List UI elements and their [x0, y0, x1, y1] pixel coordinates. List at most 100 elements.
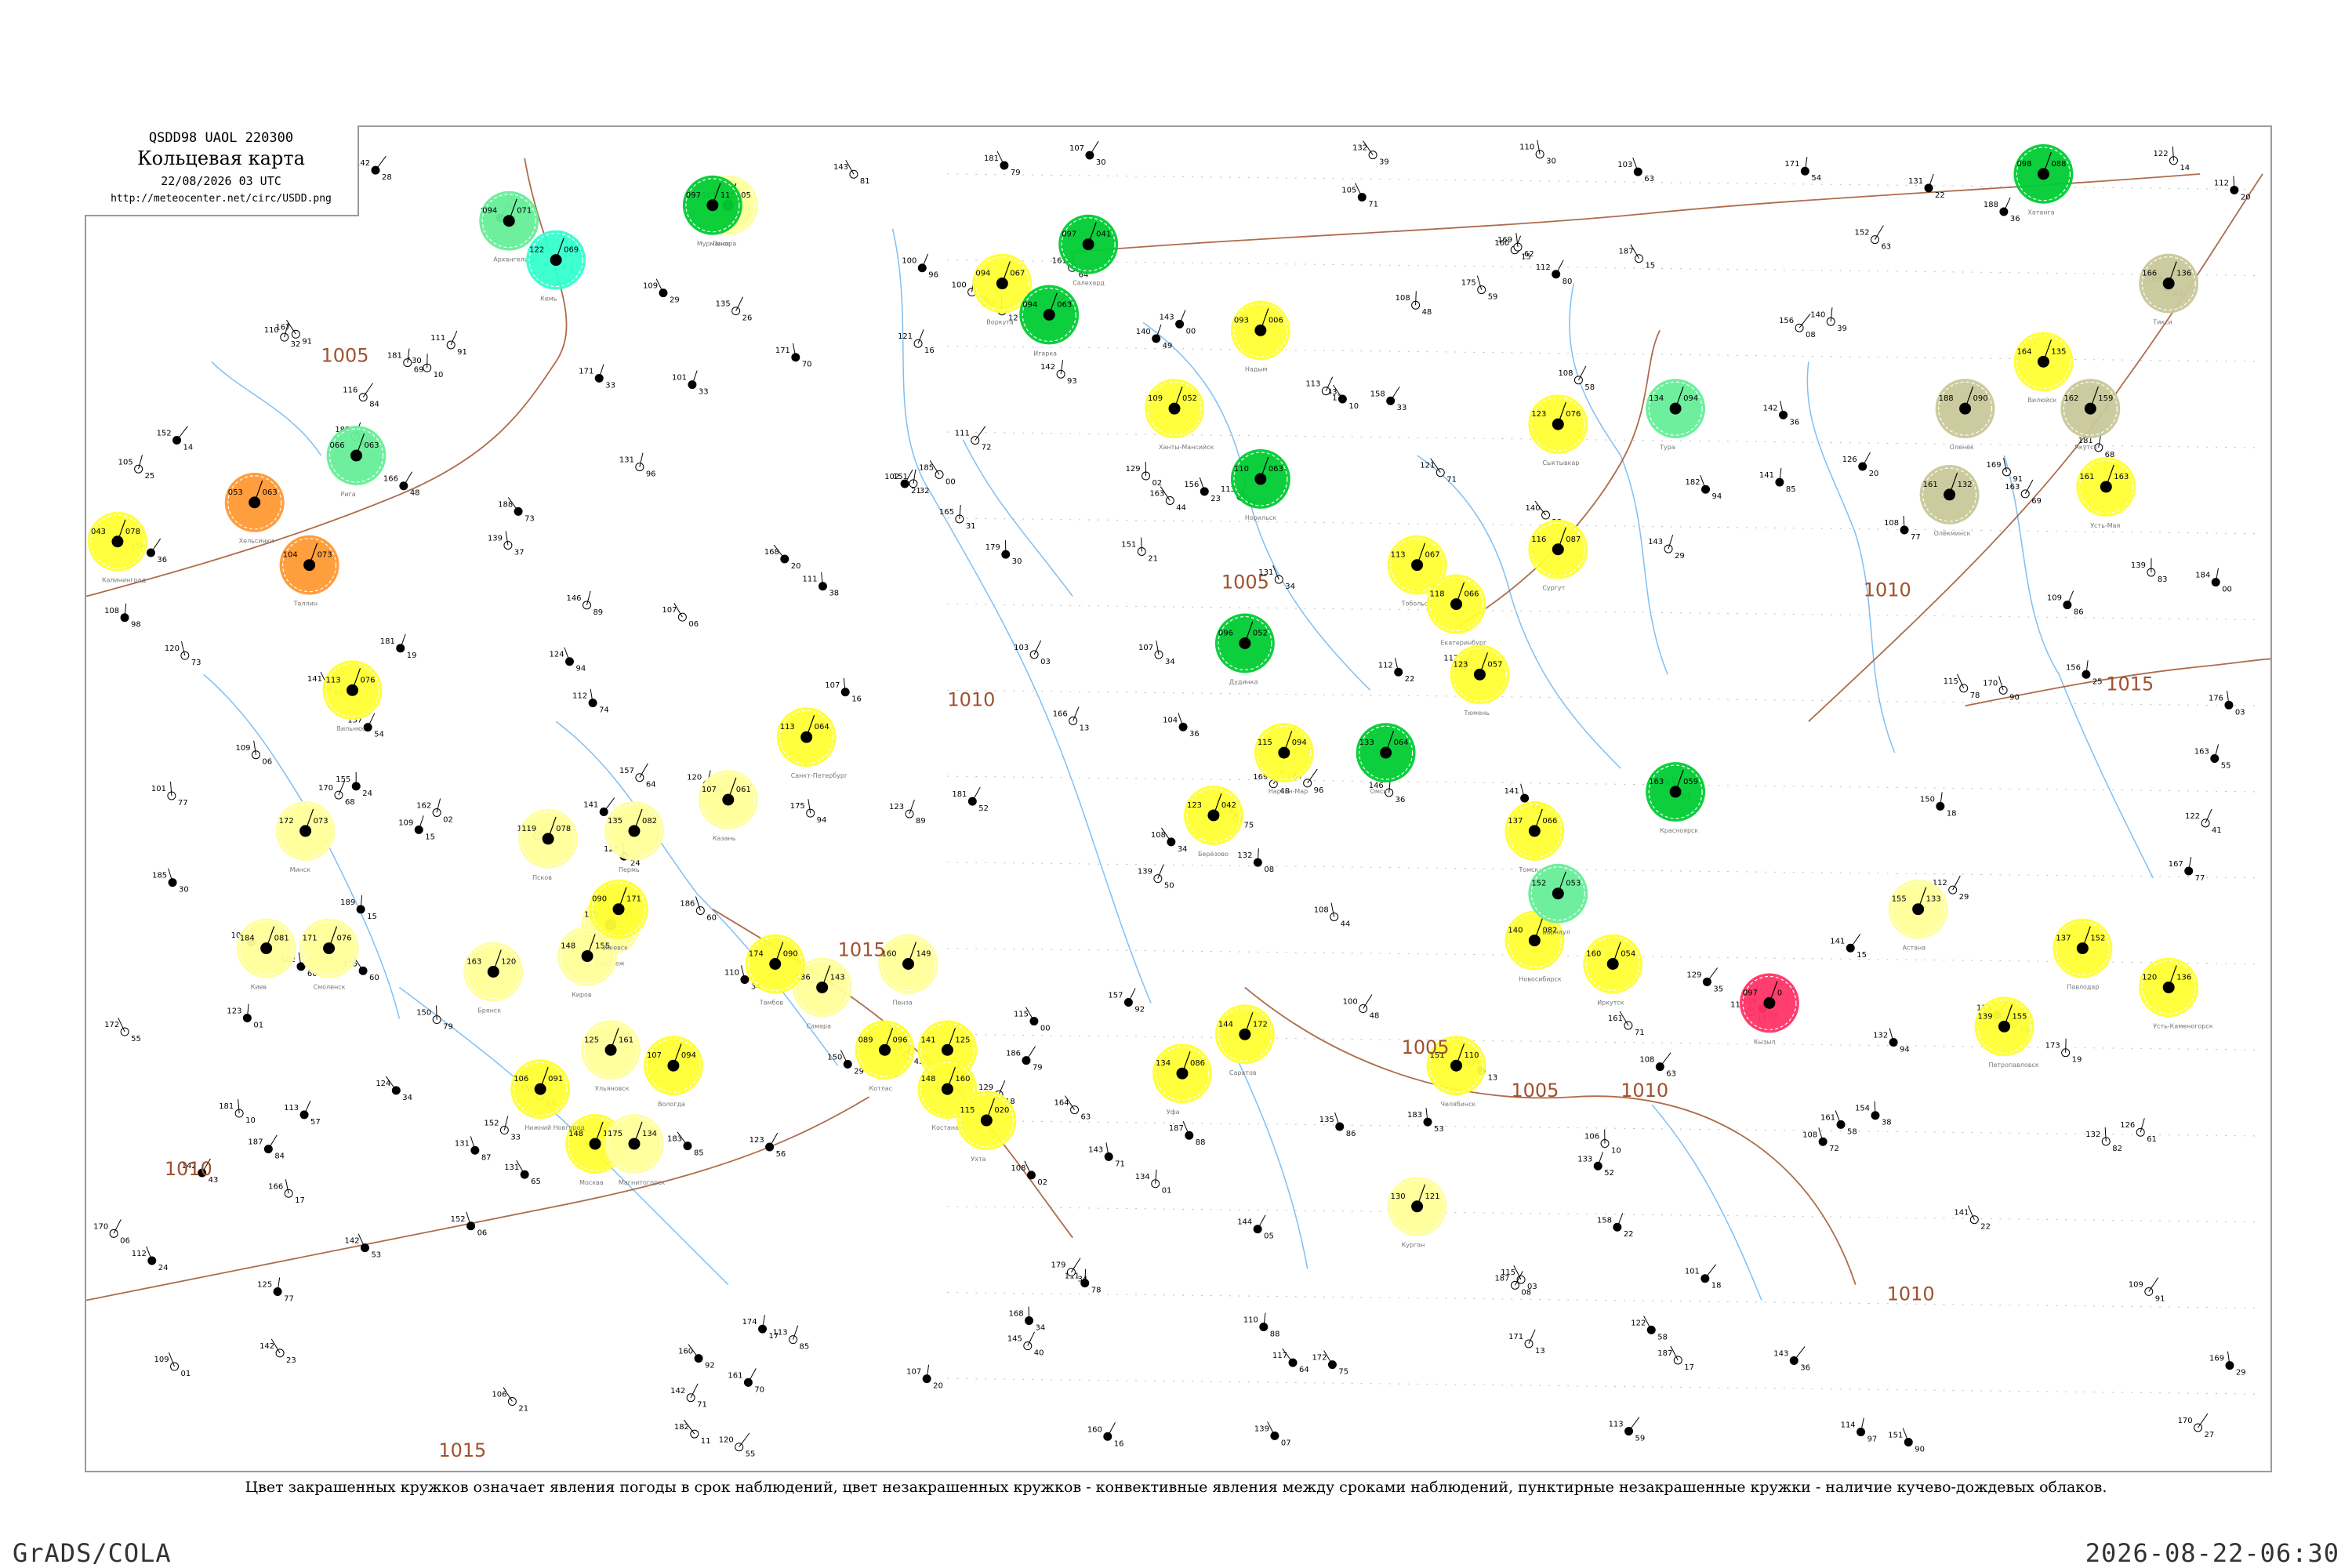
- wind-barb: [747, 1368, 757, 1383]
- station-value: 91: [2155, 1294, 2165, 1303]
- station-value: 91: [302, 337, 312, 346]
- station-pressure: 076: [360, 676, 375, 684]
- station-value: 16: [851, 695, 862, 704]
- station-plot: 132 08: [1237, 848, 1274, 874]
- station-name: Котлас: [869, 1085, 893, 1092]
- station-value: 84: [274, 1152, 285, 1161]
- station-value: 79: [1033, 1064, 1043, 1073]
- station-value: 01: [1162, 1187, 1172, 1196]
- station-temp: 115: [1258, 739, 1272, 747]
- station-pressure: 081: [274, 935, 289, 943]
- station-plot: 123 89: [889, 799, 926, 826]
- station-value: 39: [1379, 158, 1389, 167]
- station-pressure: 078: [556, 825, 571, 833]
- station-plot: 112 22: [1378, 658, 1414, 684]
- station-pressure: 069: [564, 246, 579, 255]
- station-plot: 101 77: [151, 781, 188, 808]
- station-marker: [996, 278, 1008, 290]
- station-plot: 141 85: [1759, 468, 1796, 494]
- station-value: 22: [1980, 1223, 1991, 1232]
- wind-barb: [1363, 994, 1373, 1009]
- station-temp: 108: [1151, 831, 1166, 840]
- station-value: 98: [131, 621, 141, 630]
- station-plot: 166 13: [1053, 706, 1089, 732]
- station-value: 32: [291, 340, 301, 349]
- station-pressure: 063: [1057, 300, 1072, 309]
- station-value: 20: [2241, 193, 2251, 201]
- station-plot: 133 52: [1577, 1152, 1614, 1178]
- station-plot: 131 65: [504, 1160, 541, 1186]
- station-marker: [1386, 396, 1396, 405]
- station-plot: 157 92: [1108, 988, 1145, 1014]
- station-plot: 172 75: [1312, 1350, 1348, 1377]
- station-plot: 132 39: [1352, 140, 1389, 167]
- isobar-label: 1005: [1402, 1036, 1450, 1058]
- station-pressure: 076: [337, 935, 352, 943]
- station-temp: 161: [728, 1371, 742, 1380]
- station-marker: [1167, 837, 1176, 847]
- station-temp: 188: [498, 500, 513, 509]
- station-value: 06: [120, 1236, 130, 1245]
- station-value: 30: [1546, 158, 1556, 166]
- station-temp: 156: [1184, 481, 1199, 489]
- station-41: 139 155 Петропавловск: [1974, 996, 2039, 1069]
- station-temp: 140: [1526, 504, 1541, 513]
- station-plot: 171 70: [775, 343, 812, 369]
- station-47: 066 063 Рига: [326, 426, 387, 498]
- station-temp: 107: [1069, 144, 1084, 153]
- station-temp: 163: [1149, 490, 1164, 499]
- station-temp: 161: [1820, 1113, 1835, 1122]
- station-marker: [1330, 913, 1339, 921]
- station-name: Надым: [1245, 365, 1268, 372]
- station-temp: 110: [264, 326, 279, 335]
- station-value: 85: [694, 1149, 704, 1158]
- station-marker: [683, 1142, 692, 1151]
- station-plot: 107 20: [906, 1364, 943, 1391]
- station-value: 55: [746, 1450, 756, 1459]
- station-plot: 115 00: [1014, 1007, 1051, 1033]
- station-temp: 097: [686, 191, 701, 200]
- station-value: 02: [1037, 1178, 1047, 1187]
- station-temp: 131: [504, 1163, 519, 1172]
- station-name: Новосибирск: [1519, 975, 1562, 982]
- station-pressure: 042: [1221, 801, 1236, 810]
- station-plot: 110 30: [1519, 140, 1556, 166]
- station-value: 74: [599, 706, 609, 715]
- station-plot: 167 77: [2169, 856, 2205, 883]
- station-plot: 141 22: [1954, 1205, 1991, 1232]
- station-marker: [2201, 818, 2210, 828]
- station-value: 16: [1114, 1439, 1124, 1448]
- station-marker: [1673, 1356, 1682, 1365]
- station-63: 175 134 Магнитогорск: [604, 1114, 665, 1186]
- station-plot: 151 90: [1888, 1428, 1925, 1454]
- station-value: 23: [286, 1356, 296, 1365]
- station-value: 97: [1867, 1435, 1878, 1443]
- station-temp: 107: [825, 681, 840, 690]
- station-plot: 150 79: [416, 1005, 453, 1032]
- wind-barb: [1875, 225, 1884, 240]
- station-temp: 142: [1040, 363, 1055, 372]
- station-plot: 104 36: [1163, 713, 1200, 739]
- station-value: 94: [1712, 492, 1722, 501]
- station-temp: 111: [803, 575, 818, 584]
- station-temp: 176: [2209, 694, 2223, 702]
- station-plot: 109 29: [643, 278, 680, 305]
- station-value: 29: [2236, 1369, 2246, 1377]
- station-name: Уфа: [1167, 1109, 1180, 1116]
- station-value: 55: [131, 1035, 141, 1044]
- station-temp: 143: [1648, 538, 1663, 546]
- station-pressure: 052: [1182, 394, 1197, 403]
- station-marker: [695, 906, 705, 915]
- station-temp: 187: [1657, 1349, 1672, 1358]
- station-plot: 108 02: [1011, 1160, 1047, 1187]
- map-url-link[interactable]: http://meteocenter.net/circ/USDD.png: [85, 193, 358, 205]
- isobar-label: 1005: [1221, 572, 1269, 593]
- station-name: Киев: [251, 983, 267, 990]
- station-value: 69: [414, 366, 424, 375]
- station-plot: 14228: [355, 155, 392, 182]
- station-temp: 164: [2016, 347, 2031, 356]
- station-temp: 094: [1022, 300, 1037, 309]
- station-value: 90: [1915, 1445, 1925, 1454]
- wind-barb: [1793, 1346, 1806, 1361]
- station-value: 85: [800, 1343, 810, 1352]
